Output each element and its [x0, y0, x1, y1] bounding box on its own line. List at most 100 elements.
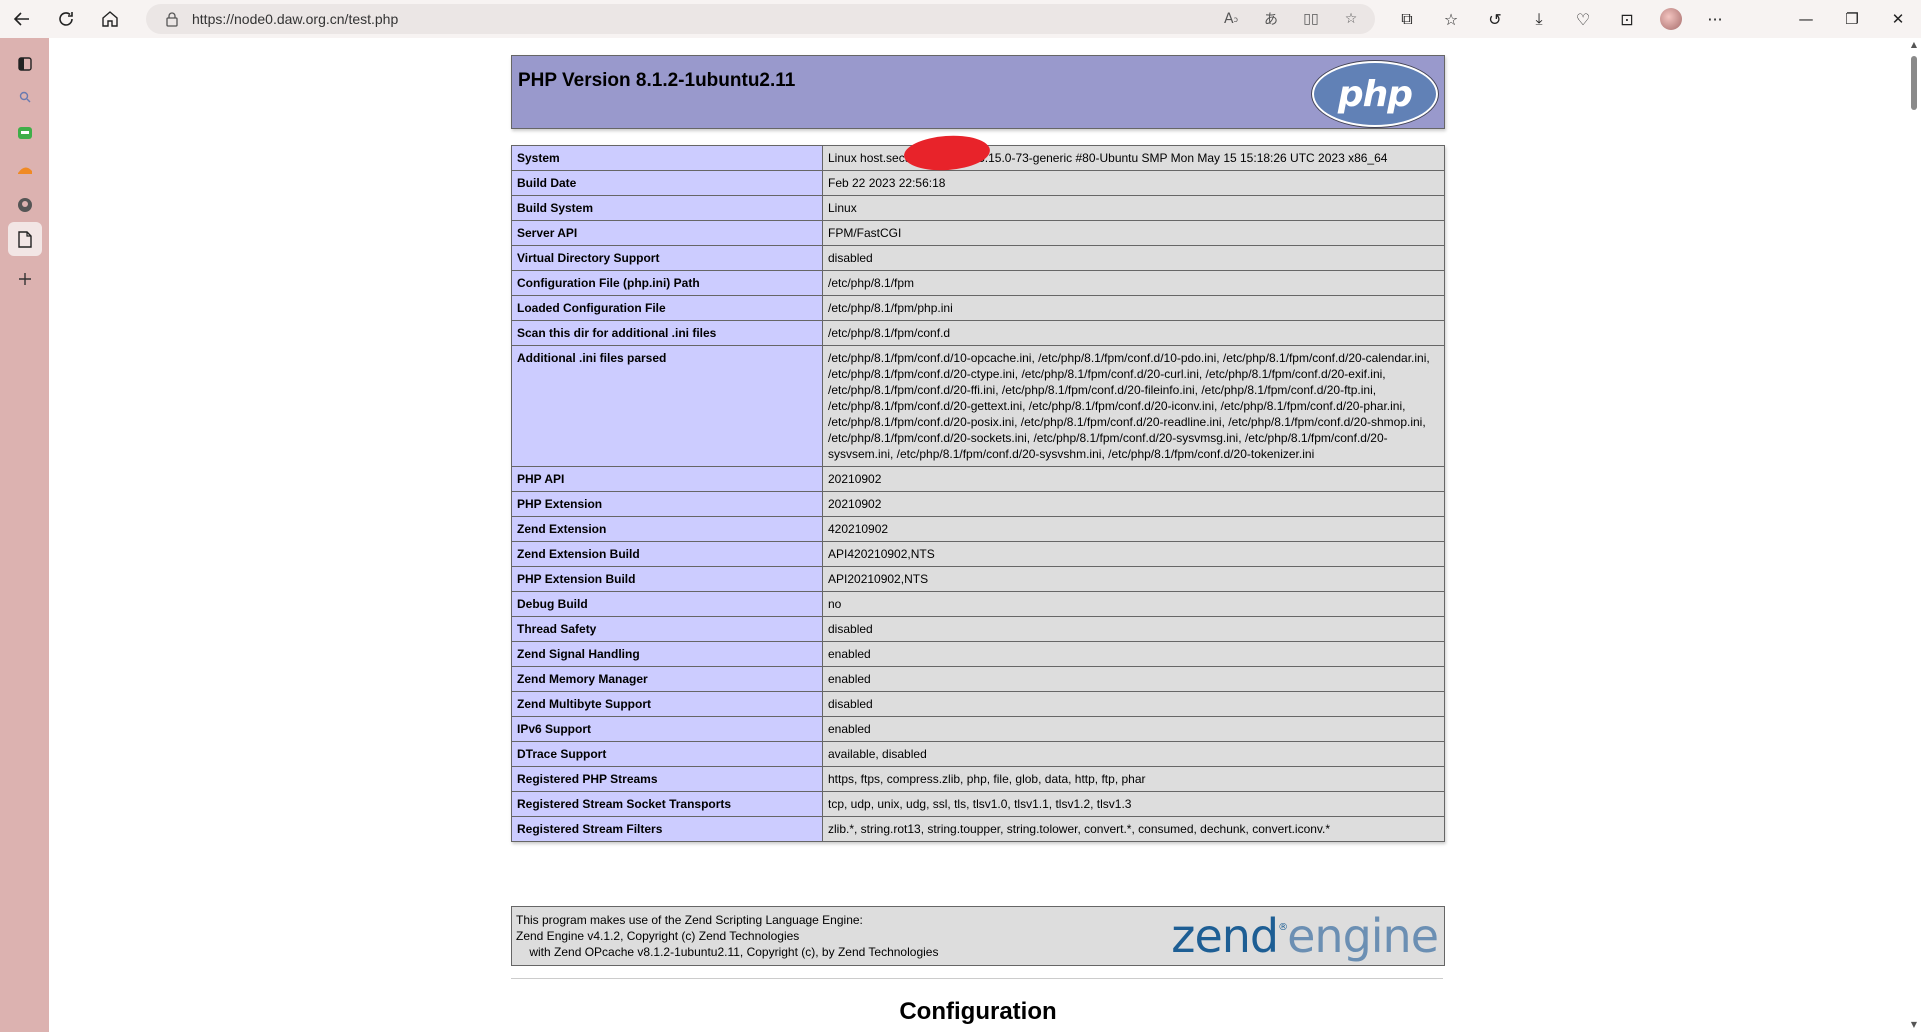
zend-line-1: This program makes use of the Zend Scrip…	[516, 913, 863, 927]
more-menu-icon[interactable]: ···	[1693, 0, 1737, 38]
info-value: 20210902	[822, 491, 1445, 517]
php-info-table: System Linux host.secureserver.net 5.15.0…	[511, 145, 1445, 842]
info-row: PHP Extension Build API20210902,NTS	[511, 566, 1445, 592]
page-viewport: PHP Version 8.1.2-1ubuntu2.11 php System…	[49, 38, 1907, 1032]
info-row: Zend Extension Build API420210902,NTS	[511, 541, 1445, 567]
info-value: no	[822, 591, 1445, 617]
search-icon[interactable]	[12, 84, 38, 110]
info-value: disabled	[822, 616, 1445, 642]
info-value: Linux	[822, 195, 1445, 221]
info-value: 420210902	[822, 516, 1445, 542]
browser-toolbar: https://node0.daw.org.cn/test.php Aↄ あ ▯…	[0, 0, 1921, 38]
refresh-button[interactable]	[44, 0, 88, 38]
url-text[interactable]: https://node0.daw.org.cn/test.php	[192, 11, 398, 27]
restore-button[interactable]: ❐	[1829, 0, 1875, 38]
scrollbar-thumb[interactable]	[1911, 56, 1917, 110]
info-row: Zend Extension 420210902	[511, 516, 1445, 542]
info-label: Scan this dir for additional .ini files	[511, 320, 823, 346]
info-row: Registered Stream Socket Transports tcp, …	[511, 791, 1445, 817]
info-label: System	[511, 145, 823, 171]
history-icon[interactable]: ↺	[1473, 0, 1517, 38]
close-button[interactable]: ✕	[1875, 0, 1921, 38]
info-row: Debug Build no	[511, 591, 1445, 617]
app-icon-green[interactable]	[12, 120, 38, 146]
info-row: Additional .ini files parsed/etc/php/8.1…	[511, 345, 1445, 467]
performance-icon[interactable]: ♡	[1561, 0, 1605, 38]
info-row: Registered PHP Streams https, ftps, compr…	[511, 766, 1445, 792]
info-label: IPv6 Support	[511, 716, 823, 742]
info-label: PHP API	[511, 466, 823, 492]
downloads-icon[interactable]: ⤓	[1517, 0, 1561, 38]
php-logo[interactable]: php	[1312, 61, 1438, 127]
info-label: Zend Signal Handling	[511, 641, 823, 667]
info-row: Build System Linux	[511, 195, 1445, 221]
info-label: Loaded Configuration File	[511, 295, 823, 321]
info-value: tcp, udp, unix, udg, ssl, tls, tlsv1.0, …	[822, 791, 1445, 817]
favorite-star-icon[interactable]: ☆	[1341, 9, 1361, 29]
home-button[interactable]	[88, 0, 132, 38]
php-logo-text: php	[1337, 73, 1413, 115]
info-label: Server API	[511, 220, 823, 246]
info-label: Zend Extension Build	[511, 541, 823, 567]
php-version-header: PHP Version 8.1.2-1ubuntu2.11 php	[511, 55, 1445, 129]
back-button[interactable]	[0, 0, 44, 38]
vertical-sidebar	[0, 38, 49, 1032]
tab-actions-icon[interactable]	[12, 51, 38, 77]
info-value: enabled	[822, 716, 1445, 742]
zend-logo-reg: ®	[1278, 921, 1288, 933]
info-value: /etc/php/8.1/fpm/conf.d/10-opcache.ini, …	[822, 345, 1445, 467]
split-screen-icon[interactable]: ▯▯	[1301, 9, 1321, 29]
read-aloud-icon[interactable]: Aↄ	[1221, 9, 1241, 29]
extensions-icon[interactable]: ⧉	[1385, 0, 1429, 38]
page-scrollbar[interactable]: ▲ ▼	[1907, 38, 1921, 1032]
github-icon[interactable]	[12, 192, 38, 218]
scroll-up-icon[interactable]: ▲	[1909, 40, 1919, 50]
zend-engine-box: This program makes use of the Zend Scrip…	[511, 906, 1445, 966]
lock-icon[interactable]	[164, 11, 180, 27]
info-label: Configuration File (php.ini) Path	[511, 270, 823, 296]
info-row: Loaded Configuration File/etc/php/8.1/fp…	[511, 295, 1445, 321]
info-value: zlib.*, string.rot13, string.toupper, st…	[822, 816, 1445, 842]
info-label: Debug Build	[511, 591, 823, 617]
info-label: Virtual Directory Support	[511, 245, 823, 271]
document-icon[interactable]	[8, 222, 42, 256]
info-row: Build Date Feb 22 2023 22:56:18	[511, 170, 1445, 196]
info-row: Thread Safety disabled	[511, 616, 1445, 642]
info-label: Additional .ini files parsed	[511, 345, 823, 467]
info-value: /etc/php/8.1/fpm/php.ini	[822, 295, 1445, 321]
home-icon	[102, 11, 118, 27]
info-label: Zend Multibyte Support	[511, 691, 823, 717]
info-row: Zend Memory Manager enabled	[511, 666, 1445, 692]
favorites-icon[interactable]: ☆	[1429, 0, 1473, 38]
info-label: PHP Extension Build	[511, 566, 823, 592]
address-bar[interactable]: https://node0.daw.org.cn/test.php Aↄ あ ▯…	[146, 4, 1375, 34]
minimize-button[interactable]: —	[1783, 0, 1829, 38]
scroll-down-icon[interactable]: ▼	[1909, 1020, 1919, 1030]
info-value: disabled	[822, 691, 1445, 717]
info-label: Registered Stream Filters	[511, 816, 823, 842]
info-value: enabled	[822, 666, 1445, 692]
zend-logo-engine: engine	[1287, 909, 1439, 963]
screenshot-icon[interactable]: ⊡	[1605, 0, 1649, 38]
app-icon-orange[interactable]	[12, 156, 38, 182]
info-row: Scan this dir for additional .ini files /…	[511, 320, 1445, 346]
info-value: API420210902,NTS	[822, 541, 1445, 567]
info-label: Zend Memory Manager	[511, 666, 823, 692]
translate-icon[interactable]: あ	[1261, 9, 1281, 29]
section-divider	[511, 978, 1443, 979]
info-row: Configuration File (php.ini) Path/etc/ph…	[511, 270, 1445, 296]
info-label: Build Date	[511, 170, 823, 196]
add-icon[interactable]	[12, 266, 38, 292]
info-value: FPM/FastCGI	[822, 220, 1445, 246]
info-value: 20210902	[822, 466, 1445, 492]
info-label: Thread Safety	[511, 616, 823, 642]
info-value: enabled	[822, 641, 1445, 667]
zend-engine-logo[interactable]: zend ® engine	[1171, 907, 1439, 965]
avatar	[1660, 8, 1682, 30]
info-label: Zend Extension	[511, 516, 823, 542]
info-value: /etc/php/8.1/fpm	[822, 270, 1445, 296]
info-row: Virtual Directory Support disabled	[511, 245, 1445, 271]
profile-avatar[interactable]	[1649, 0, 1693, 38]
configuration-heading: Configuration	[899, 998, 1057, 1025]
zend-logo-main: zend	[1171, 909, 1279, 963]
